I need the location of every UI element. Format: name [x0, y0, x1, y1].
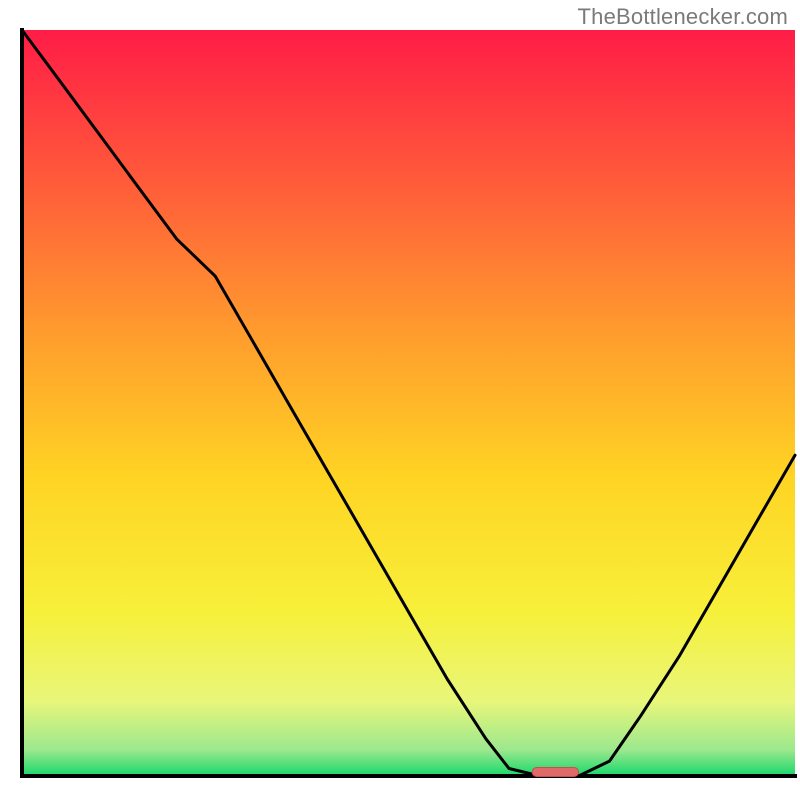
chart-container: TheBottlenecker.com	[0, 0, 800, 800]
gradient-background	[22, 30, 795, 776]
plot-area	[22, 28, 797, 776]
optimal-marker	[532, 768, 578, 777]
bottleneck-chart	[0, 0, 800, 800]
